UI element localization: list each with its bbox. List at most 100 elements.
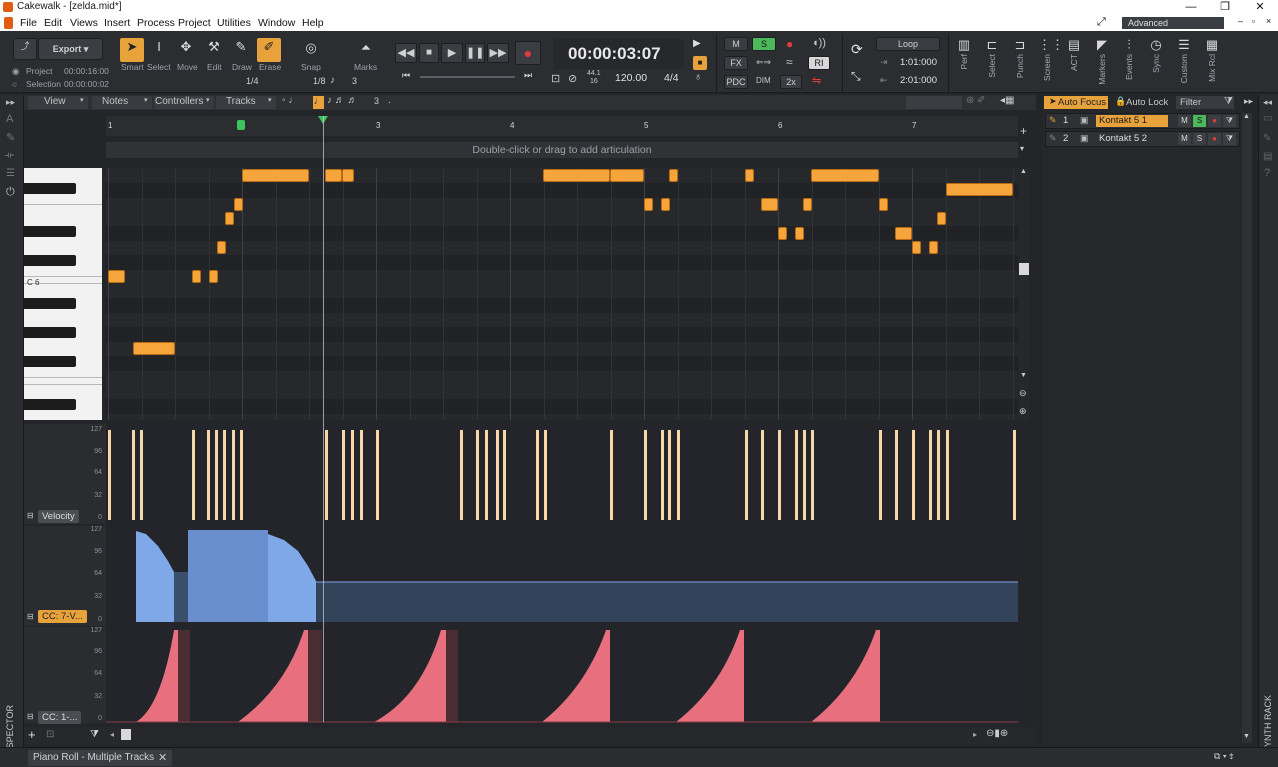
menu-edit[interactable]: Edit: [44, 17, 62, 29]
velocity-bar[interactable]: [937, 430, 940, 520]
module-custom[interactable]: ☰ Custom: [1175, 36, 1193, 92]
scroll-down-icon[interactable]: ▼: [1020, 372, 1027, 379]
rack-insert-icon[interactable]: ▭: [1263, 113, 1272, 124]
cc1-lane-label[interactable]: CC: 1-...: [38, 711, 82, 724]
snap-value[interactable]: 1/8: [313, 76, 326, 86]
cc1-lane[interactable]: [106, 627, 1018, 723]
cc7-lane[interactable]: [106, 526, 1018, 626]
velocity-bar[interactable]: [108, 430, 111, 520]
track-edit-icon[interactable]: ✎: [1049, 115, 1057, 126]
midi-note[interactable]: [745, 169, 754, 182]
monitor-icon[interactable]: ◖)): [812, 37, 826, 49]
midi-reset-icon[interactable]: ⇋: [812, 74, 821, 87]
double-button[interactable]: 2x: [780, 75, 802, 89]
hscroll-right-icon[interactable]: ▸: [973, 730, 977, 739]
fx-button[interactable]: FX: [724, 56, 748, 70]
inspector-tab-list-icon[interactable]: ☰: [6, 168, 15, 179]
velocity-bar[interactable]: [668, 430, 671, 520]
track-solo-button[interactable]: S: [1193, 115, 1206, 127]
go-to-end-icon[interactable]: ⏭: [524, 70, 532, 81]
track-mute-button[interactable]: M: [1178, 133, 1191, 145]
snap-triplet[interactable]: 3: [352, 76, 357, 86]
dropout-icon[interactable]: ⊘: [568, 72, 577, 85]
cc7-lane-label[interactable]: CC: 7-V...: [38, 610, 87, 623]
velocity-bar[interactable]: [232, 430, 235, 520]
velocity-bar[interactable]: [795, 430, 798, 520]
velocity-bar[interactable]: [476, 430, 479, 520]
track-row-1[interactable]: ✎ 1 ▣ Kontakt 5 1 M S ● ⧩: [1045, 113, 1240, 129]
module-select[interactable]: ⊏ Select: [983, 36, 1001, 92]
loop-label[interactable]: Loop: [876, 37, 940, 51]
velocity-bar[interactable]: [140, 430, 143, 520]
midi-note[interactable]: [895, 227, 912, 240]
synth-rack-expand-icon[interactable]: ◂◂: [1263, 97, 1272, 108]
midi-note[interactable]: [879, 198, 888, 211]
velocity-bar[interactable]: [544, 430, 547, 520]
rack-help-icon[interactable]: ?: [1264, 167, 1270, 179]
tempo-value[interactable]: 120.00: [615, 72, 647, 84]
solo-button[interactable]: S: [752, 37, 776, 51]
velocity-bar[interactable]: [376, 430, 379, 520]
stop-button[interactable]: ■: [419, 43, 439, 63]
velocity-bar[interactable]: [215, 430, 218, 520]
note-grid[interactable]: [106, 168, 1018, 420]
select-tool-icon[interactable]: I: [148, 38, 170, 56]
tab-close-icon[interactable]: ✕: [158, 751, 167, 764]
velocity-bar[interactable]: [929, 430, 932, 520]
loop-start-marker[interactable]: [237, 120, 245, 130]
velocity-bar[interactable]: [811, 430, 814, 520]
module-sync[interactable]: ◷ Sync: [1147, 36, 1165, 92]
export-button[interactable]: Export ▾: [38, 38, 103, 60]
track-scroll-down-icon[interactable]: ▼: [1243, 733, 1250, 740]
loop-end[interactable]: 2:01:000: [900, 75, 937, 86]
punch-icon[interactable]: ⤡: [851, 69, 861, 84]
inspector-tab-draw-icon[interactable]: ✎: [6, 131, 15, 144]
loop-start[interactable]: 1:01:000: [900, 57, 937, 68]
velocity-bar[interactable]: [610, 430, 613, 520]
dotted-toggle-icon[interactable]: .: [388, 95, 391, 106]
velocity-bar[interactable]: [240, 430, 243, 520]
time-ruler[interactable]: 1 2 3 4 5 6 7: [106, 116, 1018, 136]
cc1-collapse-icon[interactable]: ⊟: [27, 712, 34, 721]
black-key[interactable]: [24, 298, 76, 309]
track-pane-expand-icon[interactable]: ▸▸: [1244, 96, 1253, 107]
inspector-tab-power-icon[interactable]: ⏻: [6, 186, 15, 199]
velocity-bar[interactable]: [192, 430, 195, 520]
velocity-bar[interactable]: [351, 430, 354, 520]
time-stop-icon[interactable]: ■: [693, 56, 707, 70]
zoom-out-icon[interactable]: ⊖: [1019, 388, 1027, 399]
velocity-bar[interactable]: [644, 430, 647, 520]
project-radio-icon[interactable]: ◉: [12, 66, 19, 77]
velocity-lane-label[interactable]: Velocity: [38, 510, 79, 523]
snap-off-icon[interactable]: ⊛ ✐: [966, 95, 986, 106]
erase-tool-icon[interactable]: ✐: [257, 38, 281, 62]
track-edit-icon[interactable]: ✎: [1049, 133, 1057, 144]
smart-tool-icon[interactable]: ➤: [120, 38, 144, 62]
midi-note[interactable]: [669, 169, 678, 182]
menu-utilities[interactable]: Utilities: [217, 17, 251, 29]
track-arm-icon[interactable]: ●: [1208, 115, 1221, 127]
midi-note[interactable]: [543, 169, 610, 182]
pause-button[interactable]: ❚❚: [465, 43, 485, 63]
zoom-field[interactable]: [906, 96, 962, 109]
velocity-bar[interactable]: [895, 430, 898, 520]
midi-note[interactable]: [342, 169, 354, 182]
note-durations-icon[interactable]: ◦ ♩: [282, 95, 298, 106]
bounce-icon[interactable]: ⇐⇒: [756, 57, 771, 68]
velocity-bar[interactable]: [207, 430, 210, 520]
midi-note[interactable]: [234, 198, 243, 211]
velocity-bar[interactable]: [745, 430, 748, 520]
module-events[interactable]: ⫶ Events: [1120, 36, 1138, 92]
midi-note[interactable]: [644, 198, 653, 211]
ruler-add-icon[interactable]: +: [1020, 124, 1027, 138]
midi-note[interactable]: [242, 169, 309, 182]
track-row-2[interactable]: ✎ 2 ▣ Kontakt 5 2 M S ● ⧩: [1045, 131, 1240, 147]
cc1-curve[interactable]: [106, 627, 1018, 723]
rewind-button[interactable]: ◀◀: [395, 43, 417, 63]
midi-note[interactable]: [946, 183, 1013, 196]
hscroll-left-icon[interactable]: ◂: [110, 730, 114, 739]
marks-icon[interactable]: ⏶: [355, 39, 377, 57]
velocity-bar[interactable]: [1013, 430, 1016, 520]
articulation-lane[interactable]: Double-click or drag to add articulation: [106, 142, 1018, 158]
track-solo-button[interactable]: S: [1193, 133, 1206, 145]
